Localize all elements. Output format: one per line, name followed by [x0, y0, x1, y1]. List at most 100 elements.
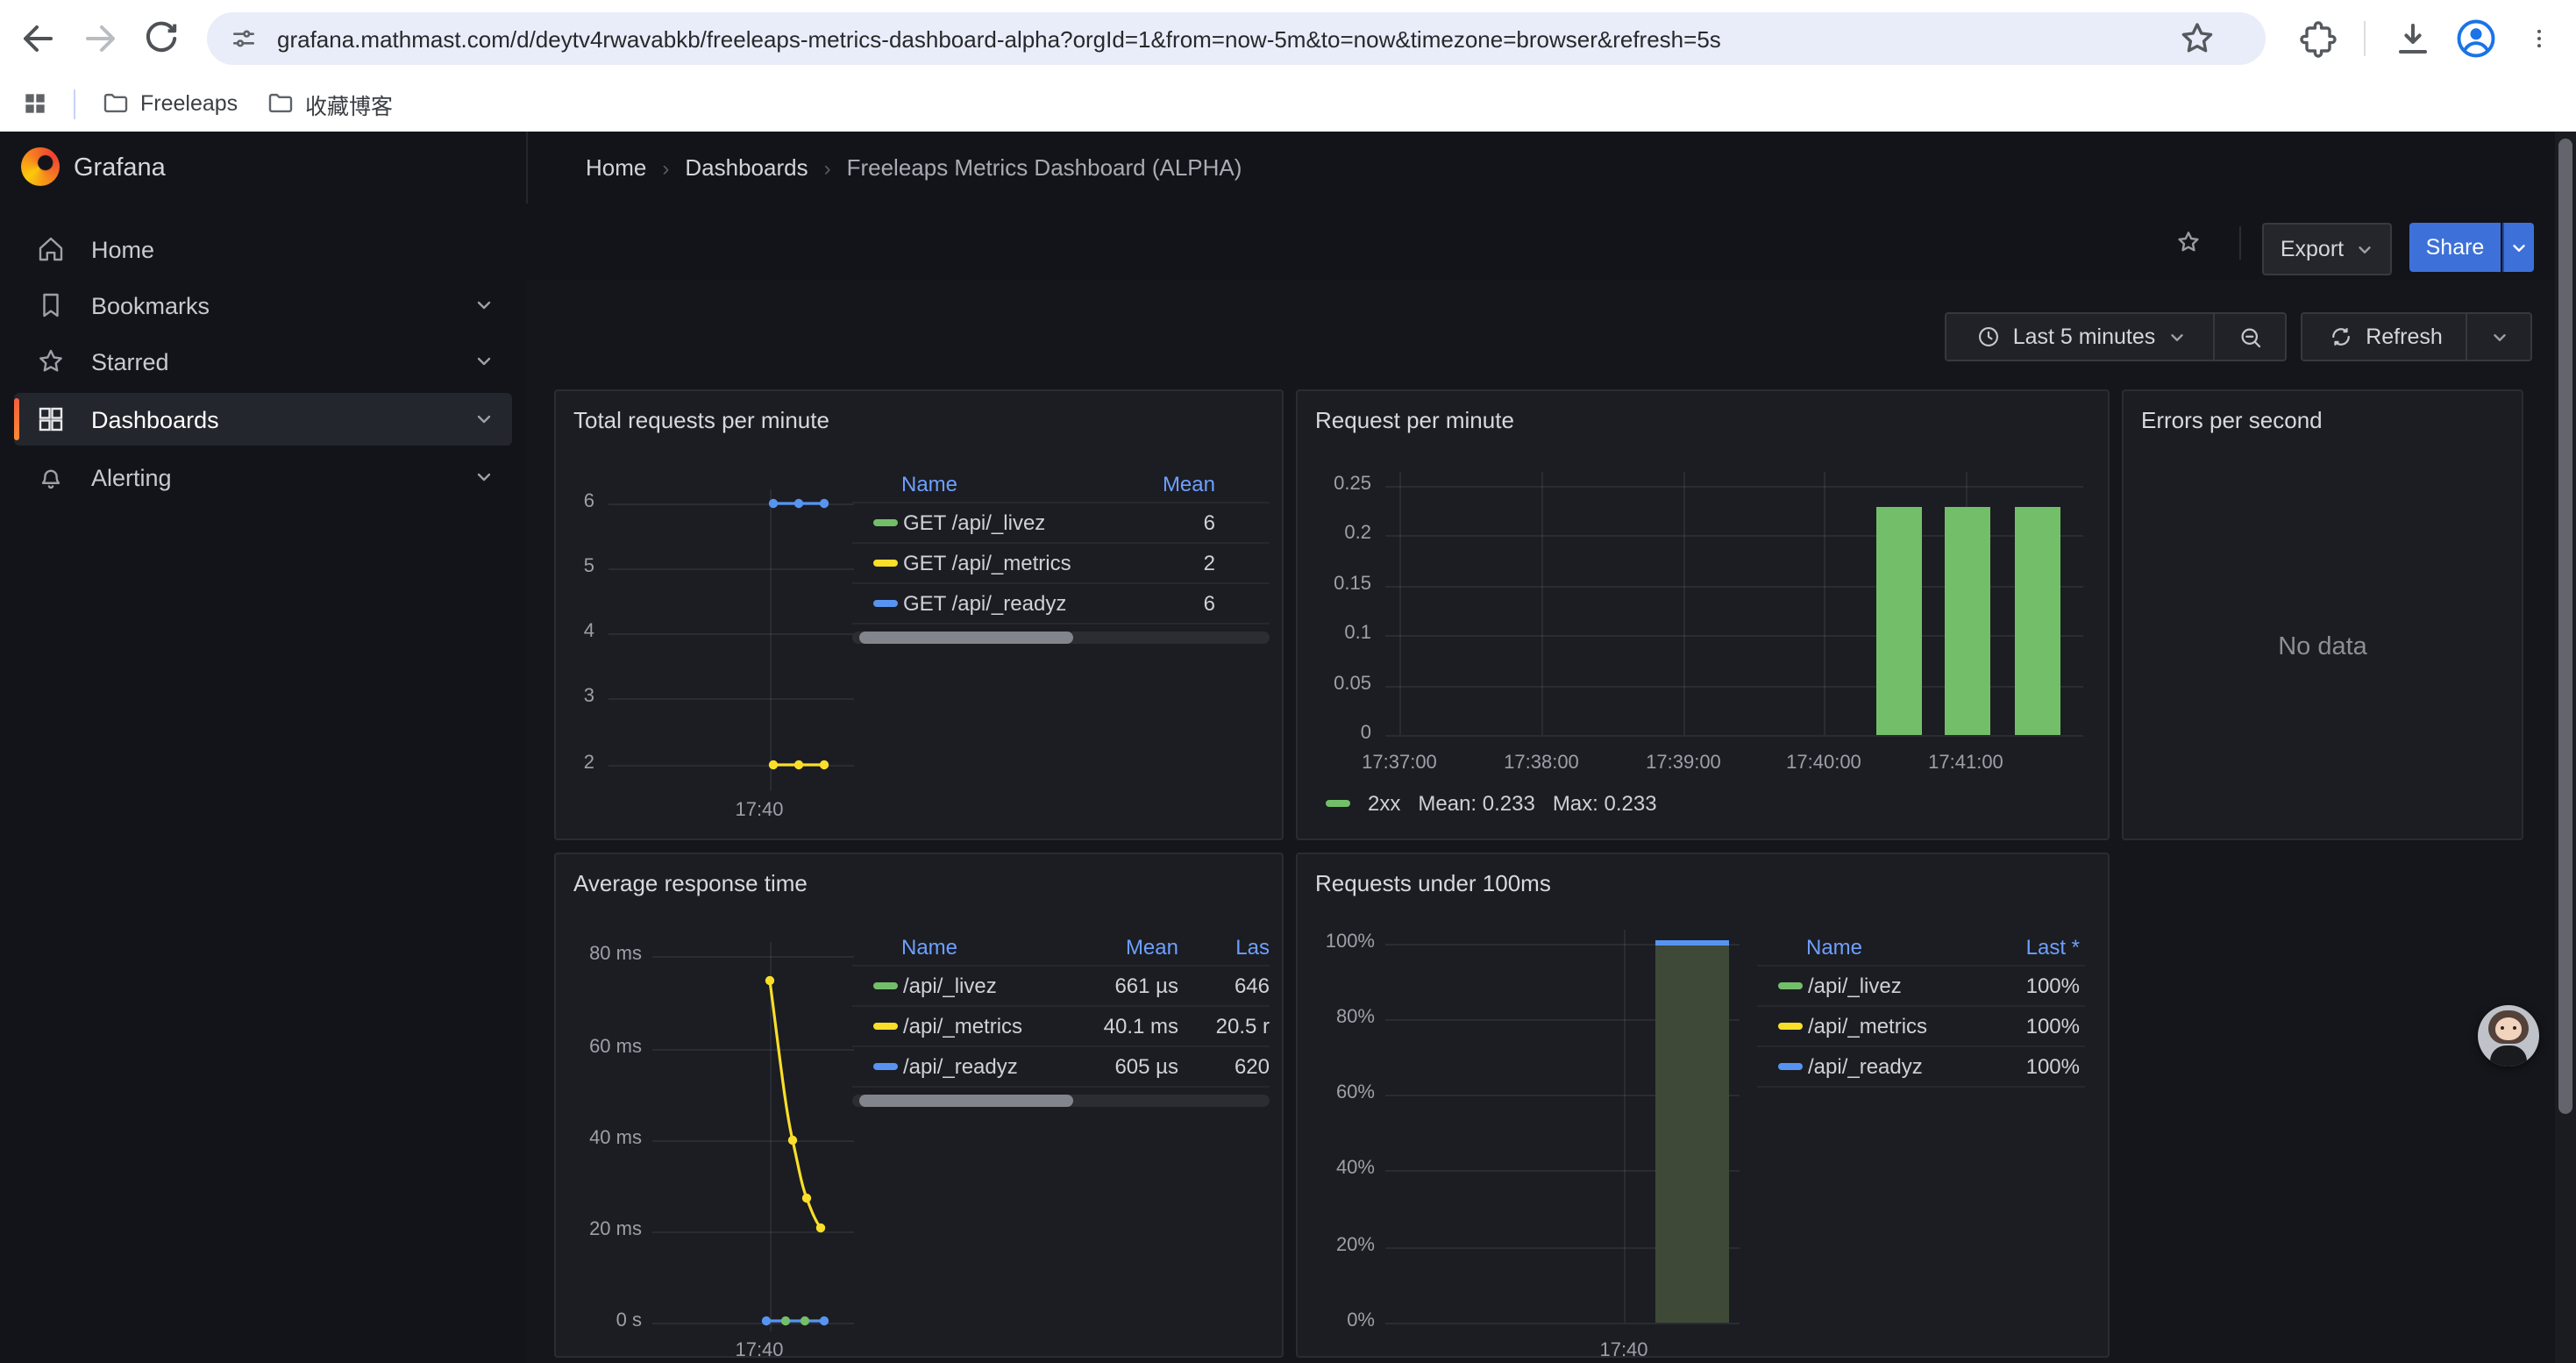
series-swatch-blue: [873, 600, 898, 607]
assistant-avatar[interactable]: [2478, 1005, 2539, 1067]
legend-col-last[interactable]: Last *: [1985, 934, 2080, 959]
legend-row[interactable]: GET /api/_readyz 6: [852, 584, 1270, 624]
series-swatch-blue: [873, 1063, 898, 1070]
panel-average-response-time: Average response time 80 ms 60 ms 40 ms …: [554, 853, 1284, 1358]
breadcrumb-home[interactable]: Home: [586, 154, 646, 181]
series-last: 620: [1178, 1054, 1270, 1079]
y-tick: 0.2: [1298, 523, 1371, 544]
bookmark-icon: [35, 289, 67, 321]
chevron-down-icon[interactable]: [473, 351, 495, 372]
series-name[interactable]: /api/_livez: [903, 974, 1073, 998]
breadcrumb-dashboards[interactable]: Dashboards: [685, 154, 808, 181]
legend-row[interactable]: /api/_readyz 100%: [1757, 1047, 2085, 1088]
series-name[interactable]: 2xx: [1368, 791, 1400, 816]
home-icon: [35, 233, 67, 265]
bookmark-star-icon[interactable]: [2176, 18, 2218, 60]
panel-title[interactable]: Request per minute: [1315, 407, 1514, 433]
panel-title[interactable]: Requests under 100ms: [1315, 870, 1551, 896]
bar-2xx: [1945, 507, 1990, 735]
legend-row[interactable]: /api/_metrics 100%: [1757, 1007, 2085, 1047]
site-settings-icon[interactable]: [230, 25, 258, 53]
reload-icon[interactable]: [140, 18, 182, 60]
legend-row[interactable]: GET /api/_metrics 2: [852, 544, 1270, 584]
legend-scrollbar-thumb[interactable]: [859, 632, 1073, 644]
series-name[interactable]: /api/_readyz: [903, 1054, 1073, 1079]
forward-icon[interactable]: [79, 18, 121, 60]
x-tick: 17:40: [724, 800, 794, 821]
url-text[interactable]: grafana.mathmast.com/d/deytv4rwavabkb/fr…: [277, 25, 1721, 52]
legend-row[interactable]: GET /api/_livez 6: [852, 503, 1270, 544]
legend-col-name[interactable]: Name: [901, 934, 1073, 959]
zoom-out-button[interactable]: [2213, 312, 2287, 361]
legend-row[interactable]: /api/_readyz 605 µs 620: [852, 1047, 1270, 1088]
bar-2xx: [2015, 507, 2060, 735]
legend-row[interactable]: /api/_livez 100%: [1757, 967, 2085, 1007]
series-name[interactable]: /api/_livez: [1808, 974, 1985, 998]
breadcrumb-current[interactable]: Freeleaps Metrics Dashboard (ALPHA): [847, 154, 1242, 181]
sidebar-item-bookmarks[interactable]: Bookmarks: [14, 279, 512, 332]
series-name[interactable]: GET /api/_readyz: [903, 591, 1145, 616]
address-bar[interactable]: grafana.mathmast.com/d/deytv4rwavabkb/fr…: [207, 12, 2266, 65]
series-name[interactable]: /api/_metrics: [1808, 1014, 1985, 1038]
legend-col-name[interactable]: Name: [901, 471, 1145, 496]
series-last: 20.5 r: [1178, 1014, 1270, 1038]
time-range-label: Last 5 minutes: [2013, 325, 2156, 349]
favorite-star-icon[interactable]: [2174, 228, 2202, 256]
series-last: 100%: [1985, 974, 2080, 998]
active-accent-bar: [14, 398, 19, 440]
legend-col-last[interactable]: Las: [1178, 934, 1270, 959]
back-icon[interactable]: [18, 18, 60, 60]
series-name[interactable]: /api/_metrics: [903, 1014, 1073, 1038]
profile-icon[interactable]: [2453, 16, 2499, 61]
sidebar-item-label: Alerting: [91, 464, 172, 490]
breadcrumb: Home › Dashboards › Freeleaps Metrics Da…: [586, 132, 1242, 203]
series-name[interactable]: /api/_readyz: [1808, 1054, 1985, 1079]
browser-menu-icon[interactable]: [2527, 18, 2551, 60]
y-tick: 0.1: [1298, 623, 1371, 644]
grafana-brand[interactable]: Grafana: [74, 132, 166, 203]
series-name[interactable]: GET /api/_livez: [903, 510, 1145, 535]
series-swatch-blue: [1778, 1063, 1803, 1070]
sidebar-item-starred[interactable]: Starred: [14, 335, 512, 388]
legend-scrollbar[interactable]: [852, 632, 1270, 644]
legend-scrollbar[interactable]: [852, 1095, 1270, 1107]
legend-inline[interactable]: 2xx Mean: 0.233 Max: 0.233: [1326, 791, 1657, 816]
legend-col-mean[interactable]: Mean: [1145, 471, 1215, 496]
x-tick: 17:37:00: [1347, 753, 1452, 774]
sidebar-item-home[interactable]: Home: [14, 223, 512, 275]
export-button[interactable]: Export: [2262, 223, 2392, 275]
time-range-picker[interactable]: Last 5 minutes: [1945, 312, 2218, 361]
chevron-down-icon[interactable]: [473, 467, 495, 488]
bookmark-folder-blogs[interactable]: 收藏博客: [267, 86, 393, 121]
share-dropdown-button[interactable]: [2502, 223, 2534, 272]
series-mean: 661 µs: [1073, 974, 1178, 998]
share-button[interactable]: Share: [2409, 223, 2501, 272]
page-scrollbar-thumb[interactable]: [2558, 139, 2572, 1114]
legend-row[interactable]: /api/_metrics 40.1 ms 20.5 r: [852, 1007, 1270, 1047]
panel-title[interactable]: Errors per second: [2141, 407, 2323, 433]
y-tick: 60%: [1298, 1082, 1375, 1103]
refresh-button[interactable]: Refresh: [2301, 312, 2471, 361]
page-scrollbar[interactable]: [2555, 132, 2576, 1363]
series-mean: 605 µs: [1073, 1054, 1178, 1079]
bookmark-folder-freeleaps[interactable]: Freeleaps: [102, 86, 238, 121]
legend-row[interactable]: /api/_livez 661 µs 646: [852, 967, 1270, 1007]
refresh-interval-dropdown[interactable]: [2466, 312, 2532, 361]
legend-col-mean[interactable]: Mean: [1073, 934, 1178, 959]
export-label: Export: [2281, 237, 2344, 261]
grafana-sidebar: Home Bookmarks Starred Dashboa: [0, 203, 528, 1363]
grafana-logo-icon[interactable]: [21, 147, 60, 186]
sidebar-item-alerting[interactable]: Alerting: [14, 451, 512, 503]
bookmarks-divider: [74, 89, 75, 119]
sidebar-item-dashboards[interactable]: Dashboards: [14, 393, 512, 446]
legend-col-name[interactable]: Name: [1806, 934, 1985, 959]
bell-icon: [35, 461, 67, 493]
downloads-icon[interactable]: [2392, 18, 2434, 60]
legend-scrollbar-thumb[interactable]: [859, 1095, 1073, 1107]
apps-grid-icon[interactable]: [21, 89, 49, 118]
breadcrumb-separator: ›: [824, 155, 831, 180]
extensions-icon[interactable]: [2297, 18, 2339, 60]
chevron-down-icon[interactable]: [473, 409, 495, 430]
series-name[interactable]: GET /api/_metrics: [903, 551, 1145, 575]
chevron-down-icon[interactable]: [473, 295, 495, 316]
